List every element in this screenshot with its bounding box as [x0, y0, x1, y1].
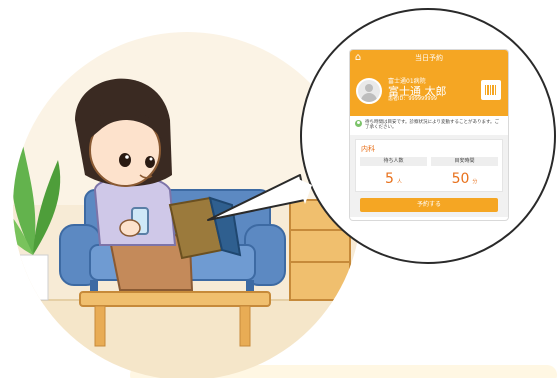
waiting-unit: 人 — [396, 178, 402, 185]
time-value: 50 — [451, 170, 470, 187]
waiting-count-stat: 待ち人数 5人 — [360, 156, 427, 187]
patient-card: 富士通01病院 富士通 太郎 患者ID：999999999 — [350, 66, 508, 116]
notice-text: 待ち時間は目安です。診察状況により変動することがあります。ご了承ください。 — [365, 120, 500, 131]
patient-id: 患者ID：999999999 — [388, 96, 437, 103]
waiting-label: 待ち人数 — [360, 156, 427, 166]
department-box: 内科 待ち人数 5人 目安時間 50 分 — [355, 138, 503, 192]
tablet-icon — [168, 196, 242, 260]
time-unit: 分 — [472, 178, 478, 185]
time-label: 目安時間 — [431, 156, 498, 166]
phone-screen: ⌂ 当日予約 富士通01病院 富士通 太郎 患者ID：999999999 待ち時… — [350, 50, 508, 220]
estimated-time-stat: 目安時間 50 分 — [431, 156, 498, 187]
barcode-button[interactable] — [480, 79, 502, 101]
app-header: ⌂ 当日予約 — [350, 50, 508, 66]
info-icon — [355, 120, 362, 127]
department-area: 内科 待ち人数 5人 目安時間 50 分 予約する — [350, 134, 508, 217]
wait-stats: 待ち人数 5人 目安時間 50 分 — [360, 156, 498, 187]
notice: 待ち時間は目安です。診察状況により変動することがあります。ご了承ください。 — [350, 116, 508, 135]
barcode-icon — [485, 85, 496, 95]
reserve-button[interactable]: 予約する — [360, 197, 498, 212]
avatar-icon — [356, 78, 382, 104]
department-title: 内科 — [361, 144, 375, 153]
app-title: 当日予約 — [415, 54, 443, 62]
waiting-count: 5 — [385, 170, 394, 187]
